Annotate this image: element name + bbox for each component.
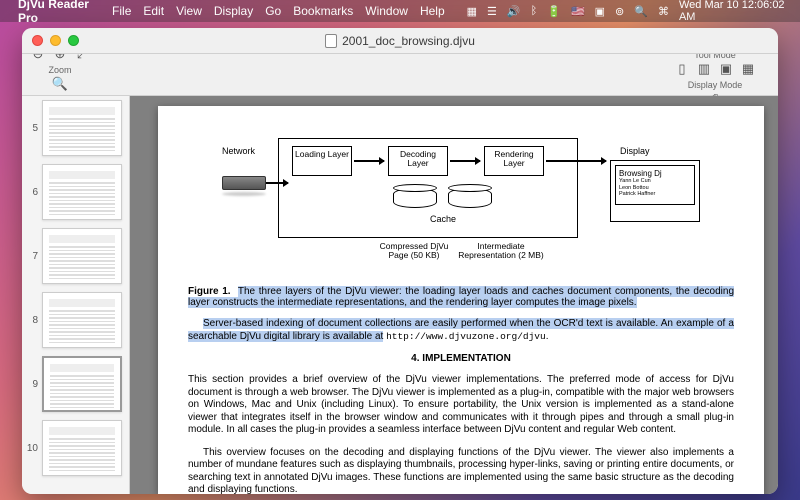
thumbnail-row[interactable]: 5 bbox=[22, 96, 129, 160]
toolbar-group-label: Zoom bbox=[48, 65, 71, 75]
diagram-arrow-icon bbox=[266, 182, 288, 184]
bluetooth-icon[interactable]: ᛒ bbox=[531, 5, 538, 17]
status-icon[interactable]: ☰ bbox=[487, 5, 497, 18]
menu-bookmarks[interactable]: Bookmarks bbox=[293, 4, 353, 18]
menu-view[interactable]: View bbox=[176, 4, 202, 18]
menu-file[interactable]: File bbox=[112, 4, 131, 18]
diagram-arrow-icon bbox=[546, 160, 606, 162]
thumbnail[interactable] bbox=[42, 420, 122, 476]
document-viewport[interactable]: Network Loading Layer Decoding Layer Ren… bbox=[130, 96, 778, 494]
thumbnail[interactable] bbox=[42, 292, 122, 348]
thumbnail[interactable] bbox=[42, 228, 122, 284]
battery-icon[interactable]: 🔋 bbox=[547, 5, 561, 18]
figure-caption: Figure 1. The three layers of the DjVu v… bbox=[188, 286, 734, 308]
thumbnail-sidebar[interactable]: 5 6 7 8 9 10 bbox=[22, 96, 130, 494]
menubar-clock[interactable]: Wed Mar 10 12:06:02 AM bbox=[679, 0, 790, 23]
thumbnail[interactable] bbox=[42, 164, 122, 220]
two-cont-icon[interactable]: ▦ bbox=[740, 61, 756, 77]
diagram-loading-layer: Loading Layer bbox=[292, 146, 352, 176]
diagram-monitor-icon: Browsing Dj Yann Le Cun Leon Bottou Patr… bbox=[610, 160, 700, 222]
paragraph: This section provides a brief overview o… bbox=[188, 374, 734, 437]
macos-menubar: DjVu Reader Pro File Edit View Display Go Boo… bbox=[0, 0, 800, 22]
thumbnail[interactable] bbox=[42, 356, 122, 412]
document-icon bbox=[325, 34, 337, 48]
search-icon[interactable]: 🔍 bbox=[634, 5, 648, 18]
diagram-cache-label: Cache bbox=[430, 214, 456, 224]
url-text: http://www.djvuzone.org/djvu bbox=[386, 331, 546, 342]
window-title: 2001_doc_browsing.djvu bbox=[342, 34, 475, 48]
diagram-arrow-icon bbox=[450, 160, 480, 162]
thumbnail-page-number: 10 bbox=[24, 443, 38, 454]
selected-text[interactable]: The three layers of the DjVu viewer: the… bbox=[188, 286, 734, 308]
diagram-network-label: Network bbox=[222, 146, 255, 156]
continuous-icon[interactable]: ▥ bbox=[696, 61, 712, 77]
thumbnail-page-number: 7 bbox=[24, 251, 38, 262]
minimize-window-button[interactable] bbox=[50, 35, 61, 46]
diagram-network-device-icon bbox=[222, 176, 266, 190]
window-titlebar: 2001_doc_browsing.djvu bbox=[22, 28, 778, 54]
document-page: Network Loading Layer Decoding Layer Ren… bbox=[158, 106, 764, 494]
thumbnail-row[interactable]: 10 bbox=[22, 416, 129, 480]
volume-icon[interactable]: 🔊 bbox=[507, 5, 521, 18]
toolbar-group-label: Display Mode bbox=[688, 80, 743, 90]
menu-help[interactable]: Help bbox=[420, 4, 445, 18]
menu-window[interactable]: Window bbox=[365, 4, 408, 18]
thumbnail-row[interactable]: 9 bbox=[22, 352, 129, 416]
menu-edit[interactable]: Edit bbox=[143, 4, 164, 18]
zoom-select-icon[interactable]: 🔍 bbox=[52, 76, 68, 92]
diagram-compressed-label: Compressed DjVu Page (50 KB) bbox=[374, 242, 454, 261]
section-heading: 4. IMPLEMENTATION bbox=[188, 353, 734, 364]
input-source-icon[interactable]: 🇺🇸 bbox=[571, 5, 585, 18]
diagram-rendering-layer: Rendering Layer bbox=[484, 146, 544, 176]
app-name[interactable]: DjVu Reader Pro bbox=[18, 0, 102, 25]
close-window-button[interactable] bbox=[32, 35, 43, 46]
menu-go[interactable]: Go bbox=[265, 4, 281, 18]
status-icon[interactable]: ▦ bbox=[467, 5, 477, 18]
thumbnail-page-number: 6 bbox=[24, 187, 38, 198]
control-center-icon[interactable]: ⌘ bbox=[658, 5, 669, 18]
two-page-icon[interactable]: ▣ bbox=[718, 61, 734, 77]
thumbnail-page-number: 9 bbox=[24, 379, 38, 390]
thumbnail-row[interactable]: 6 bbox=[22, 160, 129, 224]
diagram-intermediate-label: Intermediate Representation (2 MB) bbox=[456, 242, 546, 261]
single-page-icon[interactable]: ▯ bbox=[674, 61, 690, 77]
wifi-icon[interactable]: ⊚ bbox=[615, 5, 624, 18]
figure-diagram: Network Loading Layer Decoding Layer Ren… bbox=[188, 126, 734, 276]
thumbnail-row[interactable]: 7 bbox=[22, 224, 129, 288]
menu-display[interactable]: Display bbox=[214, 4, 253, 18]
thumbnail[interactable] bbox=[42, 100, 122, 156]
paragraph: This overview focuses on the decoding an… bbox=[188, 447, 734, 495]
app-window: 2001_doc_browsing.djvu ▤Contents Pane⊖⊕⤢… bbox=[22, 28, 778, 494]
toolbar: ▤Contents Pane⊖⊕⤢Zoom🔍Zoom⇧⇩Previous/Nex… bbox=[22, 54, 778, 96]
airplay-icon[interactable]: ▣ bbox=[595, 5, 605, 18]
thumbnail-page-number: 5 bbox=[24, 123, 38, 134]
thumbnail-page-number: 8 bbox=[24, 315, 38, 326]
diagram-decoding-layer: Decoding Layer bbox=[388, 146, 448, 176]
paragraph: Server-based indexing of document collec… bbox=[188, 318, 734, 343]
diagram-display-label: Display bbox=[620, 146, 650, 156]
diagram-arrow-icon bbox=[354, 160, 384, 162]
thumbnail-row[interactable]: 8 bbox=[22, 288, 129, 352]
zoom-window-button[interactable] bbox=[68, 35, 79, 46]
toolbar-group: ▯ ▥ ▣ ▦ Display Mode bbox=[674, 60, 756, 90]
